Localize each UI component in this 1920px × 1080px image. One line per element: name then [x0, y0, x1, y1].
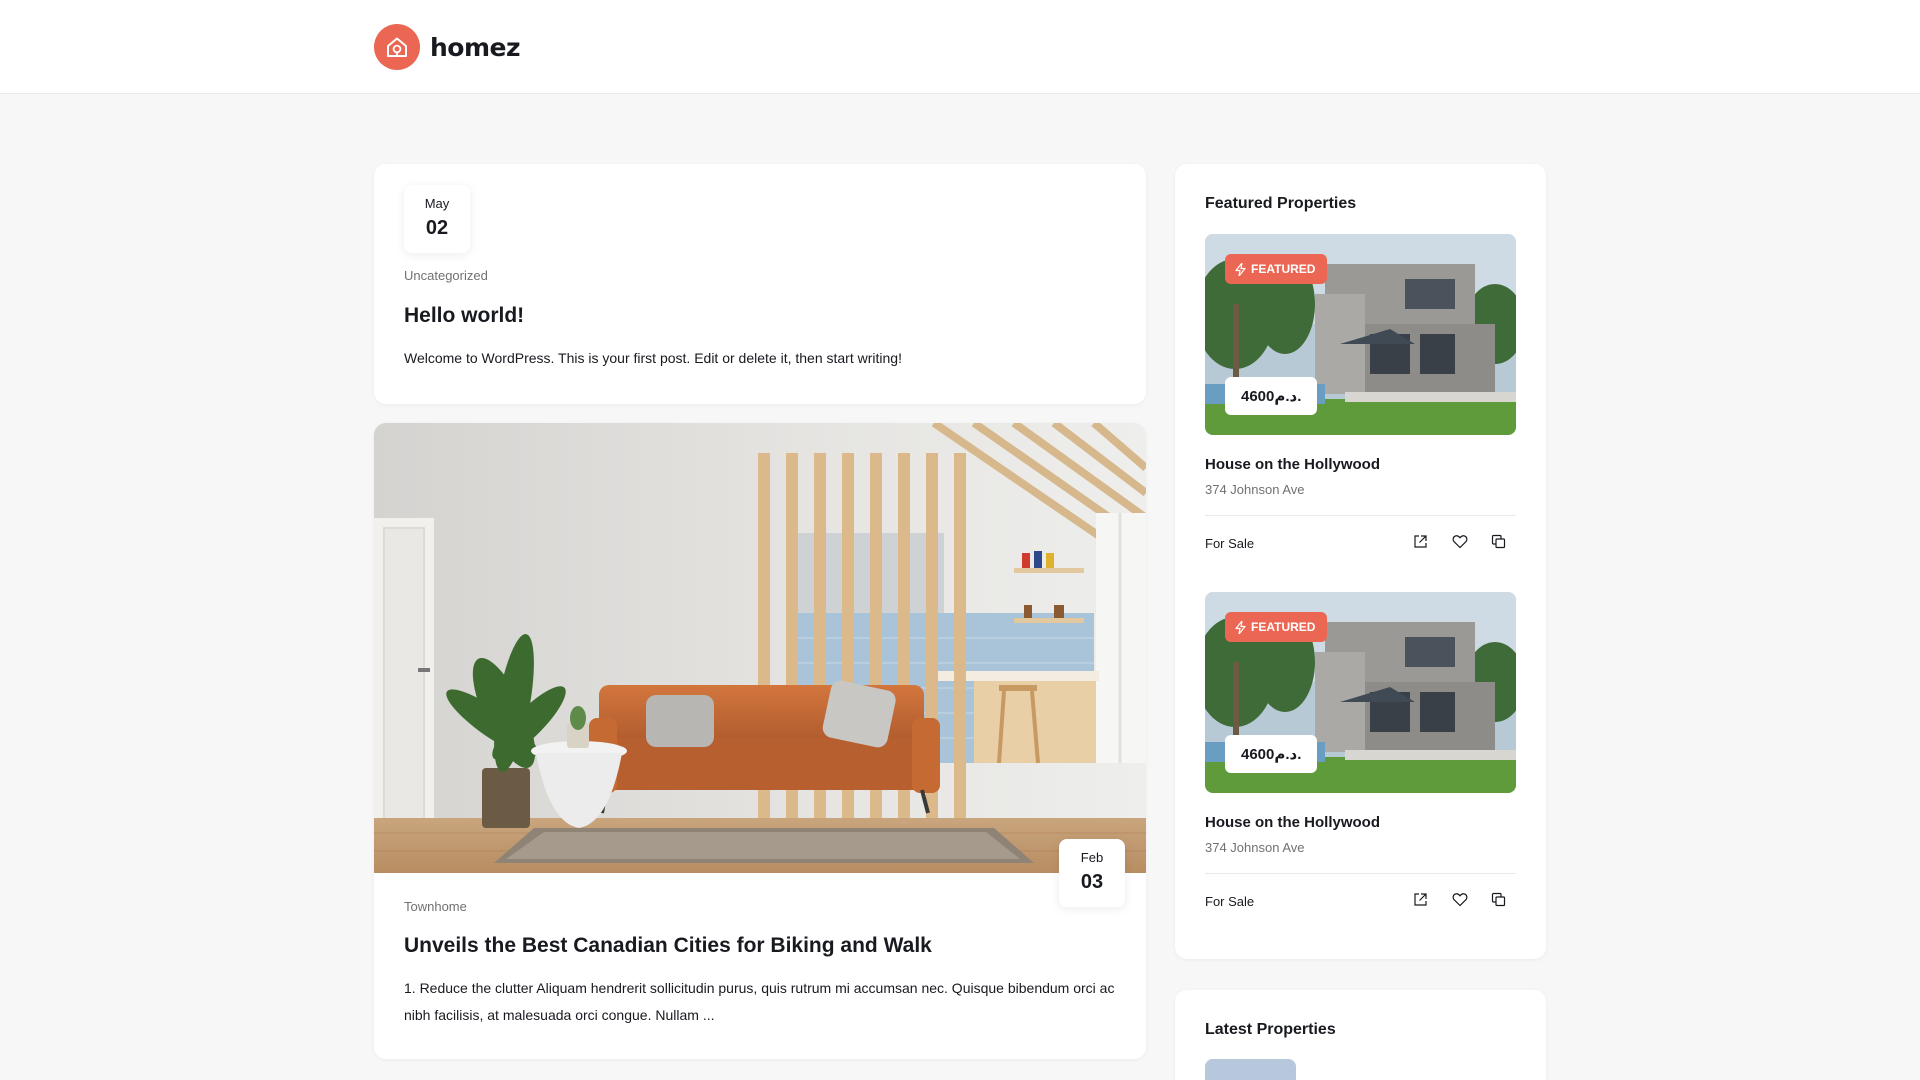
property-actions: [1411, 890, 1508, 909]
heart-icon[interactable]: [1450, 890, 1469, 909]
post-category-link[interactable]: Uncategorized: [404, 268, 488, 283]
site-logo[interactable]: homez: [374, 24, 521, 70]
property-address: 374 Johnson Ave: [1205, 840, 1305, 855]
lightning-icon: [1235, 262, 1246, 276]
post-date-badge: Feb 03: [1059, 839, 1125, 907]
compare-icon[interactable]: [1489, 890, 1508, 909]
property-actions: [1411, 532, 1508, 551]
compare-icon[interactable]: [1489, 532, 1508, 551]
post-date-day: 03: [1080, 871, 1104, 893]
property-title-link[interactable]: House on the Hollywood: [1205, 814, 1380, 831]
post-excerpt: 1. Reduce the clutter Aliquam hendrerit …: [404, 980, 1115, 1023]
price-badge: 4600د.م.: [1225, 735, 1318, 773]
featured-badge: FEATURED: [1225, 254, 1328, 284]
post-date-badge: May 02: [404, 185, 470, 253]
post-date-month: Feb: [1080, 850, 1104, 865]
post-title-link[interactable]: Hello world!: [404, 304, 524, 328]
property-image[interactable]: FEATURED 4600د.م.: [1205, 592, 1516, 793]
property-card: FEATURED 4600د.م. House on the Hollywood…: [1205, 592, 1516, 912]
living-room-image[interactable]: [374, 423, 1146, 873]
property-card: FEATURED 4600د.م. House on the Hollywood…: [1205, 234, 1516, 554]
price-badge: 4600د.م.: [1225, 377, 1318, 415]
external-link-icon[interactable]: [1411, 532, 1430, 551]
post-date-month: May: [424, 196, 450, 211]
featured-properties-widget: Featured Properties FEATURED 4600د.م. Ho…: [1175, 164, 1546, 959]
latest-properties-widget: Latest Properties: [1175, 990, 1546, 1080]
featured-badge: FEATURED: [1225, 612, 1328, 642]
latest-property-thumbnail[interactable]: [1205, 1059, 1296, 1080]
widget-title: Featured Properties: [1205, 195, 1357, 212]
property-title-link[interactable]: House on the Hollywood: [1205, 456, 1380, 473]
house-logo-icon: [374, 24, 420, 70]
property-status: For Sale: [1205, 536, 1255, 551]
widget-title: Latest Properties: [1205, 1021, 1336, 1038]
post-category-link[interactable]: Townhome: [404, 899, 467, 914]
post-title-link[interactable]: Unveils the Best Canadian Cities for Bik…: [404, 934, 932, 958]
property-image[interactable]: FEATURED 4600د.م.: [1205, 234, 1516, 435]
brand-name: homez: [430, 32, 521, 62]
external-link-icon[interactable]: [1411, 890, 1430, 909]
blog-post-card: Feb 03 Townhome Unveils the Best Canadia…: [374, 423, 1146, 1059]
heart-icon[interactable]: [1450, 532, 1469, 551]
divider: [1205, 873, 1516, 874]
post-excerpt: Welcome to WordPress. This is your first…: [404, 350, 902, 366]
property-address: 374 Johnson Ave: [1205, 482, 1305, 497]
site-header: homez: [0, 0, 1920, 94]
post-date-day: 02: [425, 217, 449, 239]
property-status: For Sale: [1205, 894, 1255, 909]
blog-post-card: May 02 Uncategorized Hello world! Welcom…: [374, 164, 1146, 404]
featured-badge-label: FEATURED: [1251, 262, 1316, 276]
divider: [1205, 515, 1516, 516]
featured-badge-label: FEATURED: [1251, 620, 1316, 634]
lightning-icon: [1235, 620, 1246, 634]
